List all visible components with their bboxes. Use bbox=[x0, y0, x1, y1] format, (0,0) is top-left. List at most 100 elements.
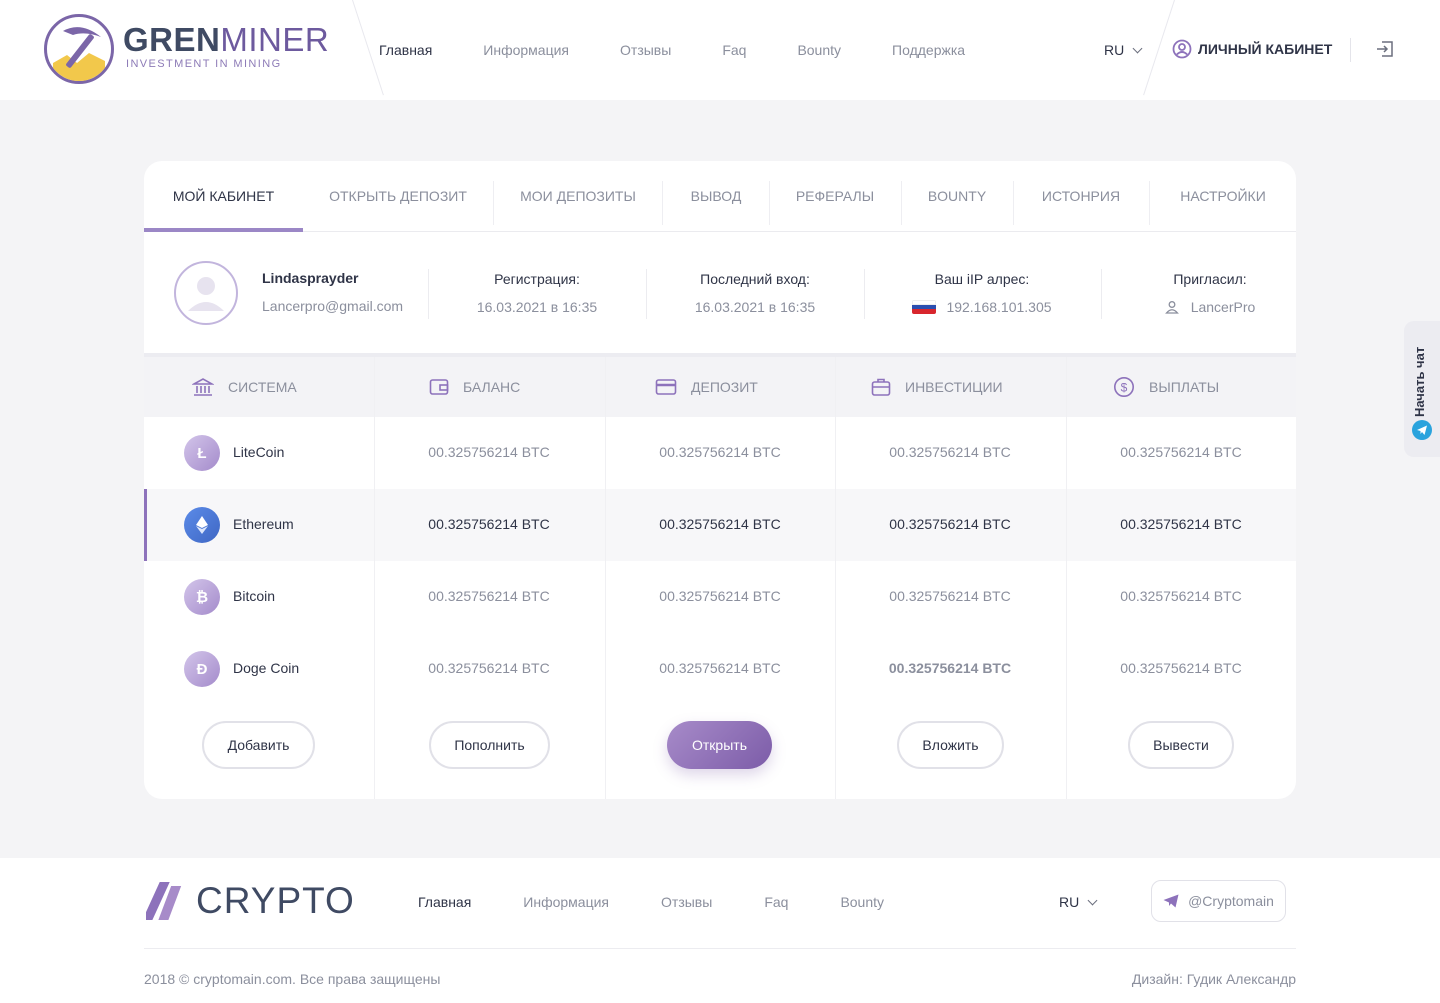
table-header: СИСТЕМА БАЛАНС ДЕПОЗИТ ИНВЕСТИЦИИ $ ВЫПЛ… bbox=[144, 357, 1296, 417]
profile-summary: Lindasprayder Lancerpro@gmail.com Регист… bbox=[144, 233, 1296, 353]
last-login-info: Последний вход: 16.03.2021 в 16:35 bbox=[665, 270, 845, 316]
brand-name: GRENMINER bbox=[123, 21, 330, 58]
payout-cell: 00.325756214 BTC bbox=[1120, 588, 1242, 604]
nav-item-info[interactable]: Информация bbox=[483, 40, 569, 60]
column-divider bbox=[835, 357, 836, 799]
ip-value: 192.168.101.305 bbox=[946, 299, 1052, 315]
column-header-system-label: СИСТЕМА bbox=[228, 379, 297, 395]
invited-value-row[interactable]: LancerPro bbox=[1120, 298, 1296, 316]
table-row[interactable]: Ł LiteCoin 00.325756214 BTC 00.325756214… bbox=[144, 417, 1296, 489]
invest-cell: 00.325756214 BTC bbox=[888, 660, 1012, 676]
litecoin-icon: Ł bbox=[184, 435, 220, 471]
footer-nav: Главная Информация Отзывы Faq Bounty bbox=[418, 892, 936, 912]
account-card: МОЙ КАБИНЕТ ОТКРЫТЬ ДЕПОЗИТ МОИ ДЕПОЗИТЫ… bbox=[144, 161, 1296, 799]
crypto-logo[interactable]: CRYPTO bbox=[146, 880, 355, 922]
table-row[interactable]: ₿ Bitcoin 00.325756214 BTC 00.325756214 … bbox=[144, 561, 1296, 633]
bank-icon bbox=[192, 378, 214, 396]
start-chat-tab[interactable]: Начать чат bbox=[1404, 321, 1440, 457]
footer-nav-home[interactable]: Главная bbox=[418, 892, 471, 912]
dogecoin-icon: Đ bbox=[184, 651, 220, 687]
column-divider bbox=[1066, 357, 1067, 799]
telegram-plane-icon bbox=[1163, 894, 1179, 908]
tab-history[interactable]: ИСТОНРИЯ bbox=[1014, 161, 1148, 232]
crypto-logo-icon bbox=[146, 882, 182, 920]
topup-button[interactable]: Пополнить bbox=[429, 721, 550, 769]
footer-nav-bounty[interactable]: Bounty bbox=[840, 892, 884, 912]
tab-bounty[interactable]: BOUNTY bbox=[904, 161, 1010, 232]
footer-nav-reviews[interactable]: Отзывы bbox=[661, 892, 712, 912]
ip-value-row: 192.168.101.305 bbox=[892, 298, 1072, 316]
coin-name: Ethereum bbox=[233, 516, 294, 532]
invest-button[interactable]: Вложить bbox=[897, 721, 1004, 769]
logout-icon bbox=[1377, 41, 1393, 57]
dollar-circle-icon: $ bbox=[1114, 377, 1134, 397]
tab-divider bbox=[1013, 181, 1014, 225]
tab-open-deposit[interactable]: ОТКРЫТЬ ДЕПОЗИТ bbox=[319, 161, 477, 232]
nav-item-reviews[interactable]: Отзывы bbox=[620, 40, 671, 60]
column-divider bbox=[374, 357, 375, 799]
chevron-down-icon bbox=[1087, 895, 1098, 905]
tab-withdraw[interactable]: ВЫВОД bbox=[670, 161, 762, 232]
site-footer: CRYPTO Главная Информация Отзывы Faq Bou… bbox=[0, 858, 1440, 1003]
column-header-balance-label: БАЛАНС bbox=[463, 379, 521, 395]
personal-cabinet-link[interactable]: ЛИЧНЫЙ КАБИНЕТ bbox=[1172, 39, 1332, 59]
deposit-cell: 00.325756214 BTC bbox=[659, 660, 781, 676]
telegram-handle: @Cryptomain bbox=[1188, 893, 1274, 909]
last-login-label: Последний вход: bbox=[700, 271, 810, 287]
deposit-cell: 00.325756214 BTC bbox=[659, 588, 781, 604]
column-header-investments-label: ИНВЕСТИЦИИ bbox=[905, 379, 1003, 395]
grenminer-logo[interactable]: GRENMINER INVESTMENT IN MINING bbox=[44, 14, 334, 86]
main-nav: Главная Информация Отзывы Faq Bounty Под… bbox=[379, 40, 1016, 60]
nav-item-faq[interactable]: Faq bbox=[722, 40, 746, 60]
nav-item-home[interactable]: Главная bbox=[379, 40, 432, 60]
user-placeholder-icon bbox=[188, 277, 224, 311]
tab-divider bbox=[1149, 181, 1150, 225]
language-label: RU bbox=[1104, 42, 1125, 58]
invest-cell: 00.325756214 BTC bbox=[889, 516, 1011, 532]
registration-info: Регистрация: 16.03.2021 в 16:35 bbox=[447, 270, 627, 316]
language-selector[interactable]: RU bbox=[1104, 40, 1143, 60]
payout-cell: 00.325756214 BTC bbox=[1120, 444, 1242, 460]
add-button[interactable]: Добавить bbox=[202, 721, 315, 769]
tab-referrals[interactable]: РЕФЕРАЛЫ bbox=[770, 161, 900, 232]
footer-divider bbox=[144, 948, 1296, 949]
payout-cell: 00.325756214 BTC bbox=[1120, 660, 1242, 676]
footer-language-label: RU bbox=[1059, 894, 1080, 910]
table-row-selected[interactable]: Ethereum 00.325756214 BTC 00.325756214 B… bbox=[144, 489, 1296, 561]
column-header-payouts: $ ВЫПЛАТЫ bbox=[1113, 357, 1219, 417]
user-email: Lancerpro@gmail.com bbox=[262, 298, 404, 314]
table-row[interactable]: Đ Doge Coin 00.325756214 BTC 00.32575621… bbox=[144, 633, 1296, 705]
balance-cell: 00.325756214 BTC bbox=[428, 660, 550, 676]
footer-brand-name: CRYPTO bbox=[196, 880, 355, 921]
withdraw-button[interactable]: Вывести bbox=[1128, 721, 1234, 769]
logout-button[interactable] bbox=[1376, 40, 1394, 63]
profile-divider bbox=[1101, 269, 1102, 319]
nav-item-support[interactable]: Поддержка bbox=[892, 40, 965, 60]
registration-label: Регистрация: bbox=[494, 271, 580, 287]
designer-credit: Дизайн: Гудик Александр bbox=[1131, 971, 1296, 987]
footer-language-selector[interactable]: RU bbox=[1059, 892, 1098, 912]
footer-nav-info[interactable]: Информация bbox=[523, 892, 609, 912]
telegram-link-button[interactable]: @Cryptomain bbox=[1151, 880, 1286, 922]
ip-info: Ваш iIP алрес: 192.168.101.305 bbox=[892, 270, 1072, 316]
registration-value: 16.03.2021 в 16:35 bbox=[476, 299, 598, 315]
account-tabs: МОЙ КАБИНЕТ ОТКРЫТЬ ДЕПОЗИТ МОИ ДЕПОЗИТЫ… bbox=[144, 161, 1296, 232]
column-header-system: СИСТЕМА bbox=[192, 357, 297, 417]
credit-card-icon bbox=[655, 379, 677, 395]
tab-my-cabinet[interactable]: МОЙ КАБИНЕТ bbox=[144, 161, 303, 232]
ip-label: Ваш iIP алрес: bbox=[934, 271, 1030, 287]
footer-nav-faq[interactable]: Faq bbox=[764, 892, 788, 912]
column-header-balance: БАЛАНС bbox=[429, 357, 520, 417]
invest-cell: 00.325756214 BTC bbox=[889, 588, 1011, 604]
balance-cell: 00.325756214 BTC bbox=[428, 444, 550, 460]
nav-item-bounty[interactable]: Bounty bbox=[797, 40, 841, 60]
avatar[interactable] bbox=[174, 261, 238, 325]
invited-by-info: Пригласил: LancerPro bbox=[1120, 270, 1296, 316]
column-divider bbox=[605, 357, 606, 799]
tab-my-deposits[interactable]: МОИ ДЕПОЗИТЫ bbox=[494, 161, 662, 232]
bitcoin-icon: ₿ bbox=[184, 579, 220, 615]
open-button[interactable]: Открыть bbox=[667, 721, 772, 769]
deposit-cell: 00.325756214 BTC bbox=[659, 444, 781, 460]
tab-settings[interactable]: НАСТРОЙКИ bbox=[1152, 161, 1294, 232]
wallet-icon bbox=[429, 379, 449, 395]
